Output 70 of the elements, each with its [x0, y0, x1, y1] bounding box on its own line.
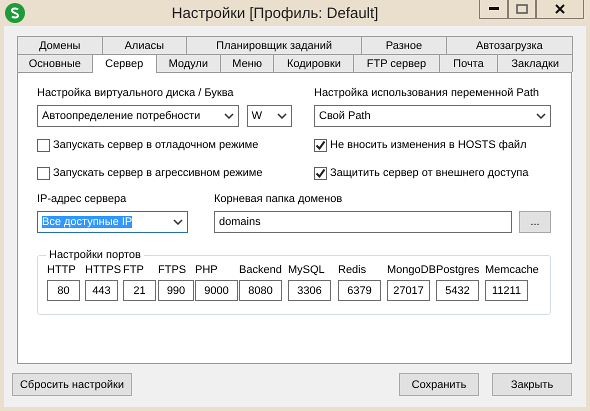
maximize-button[interactable] — [508, 0, 536, 19]
field-label: Корневая папка доменов — [214, 193, 344, 207]
dropdown[interactable]: W — [246, 105, 292, 127]
port-input[interactable]: 5432 — [436, 280, 479, 301]
group-title: Настройки портов — [48, 249, 142, 261]
dropdown[interactable]: Свой Path — [314, 105, 551, 127]
tab[interactable]: Закладки — [497, 54, 573, 72]
port-label: MongoDB — [387, 263, 436, 277]
port-input[interactable]: 9000 — [195, 280, 238, 301]
tab[interactable]: Почта — [438, 54, 498, 72]
port-label: Backend — [239, 263, 282, 277]
port-input[interactable]: 80 — [47, 280, 80, 301]
port-label: FTPS — [158, 263, 186, 277]
tab[interactable]: Кодировки — [273, 54, 354, 72]
field-label: Настройка виртуального диска / Буква — [37, 87, 235, 101]
caret-icon — [173, 219, 183, 225]
checkbox-label: Запускать сервер в агрессивном режиме — [53, 167, 262, 179]
port-input[interactable]: 6379 — [338, 280, 381, 301]
tab[interactable]: Планировщик заданий — [186, 36, 362, 54]
port-label: HTTP — [47, 263, 76, 277]
tab[interactable]: Домены — [17, 36, 103, 54]
port-input[interactable]: 443 — [85, 280, 118, 301]
port-label: PHP — [195, 263, 218, 277]
folder-input[interactable]: domains — [214, 211, 512, 233]
checkmark-icon — [315, 140, 326, 150]
port-input[interactable]: 8080 — [239, 280, 282, 301]
checkbox[interactable] — [37, 166, 50, 180]
port-input[interactable]: 3306 — [288, 280, 331, 301]
checkbox-label: Не вносить изменения в HOSTS файл — [330, 139, 526, 151]
app-logo-icon — [5, 3, 25, 23]
port-label: MySQL — [288, 263, 325, 277]
port-label: Postgres — [436, 263, 480, 277]
port-label: Redis — [338, 263, 366, 277]
port-input[interactable]: 21 — [123, 280, 156, 301]
port-label: HTTPS — [85, 263, 122, 277]
field-label: Настройка использования переменной Path — [314, 87, 540, 101]
minimize-button[interactable] — [479, 0, 508, 19]
dropdown[interactable]: Автоопределение потребности — [37, 105, 239, 127]
minimize-icon — [488, 7, 498, 11]
tab[interactable]: Меню — [220, 54, 274, 72]
tab[interactable]: Разное — [361, 36, 447, 54]
tab[interactable]: Основные — [17, 54, 93, 72]
tab[interactable]: Модули — [156, 54, 221, 72]
port-label: FTP — [123, 263, 144, 277]
caret-icon — [224, 113, 234, 119]
tab[interactable]: Сервер — [92, 54, 157, 73]
close-button[interactable]: Закрыть — [492, 373, 572, 396]
field-label: IP-адрес сервера — [37, 193, 128, 207]
checkbox-label: Запускать сервер в отладочном режиме — [53, 139, 258, 151]
port-input[interactable]: 990 — [158, 280, 194, 301]
checkmark-icon — [315, 168, 326, 178]
checkbox-label: Защитить сервер от внешнего доступа — [330, 167, 528, 179]
port-input[interactable]: 11211 — [485, 280, 528, 301]
caret-icon — [536, 113, 546, 119]
port-input[interactable]: 27017 — [387, 280, 430, 301]
caret-icon — [277, 113, 287, 119]
window-title: Настройки [Профиль: Default] — [170, 4, 380, 22]
tab[interactable]: Автозагрузка — [446, 36, 573, 54]
checkbox[interactable] — [314, 138, 327, 152]
browse-button[interactable]: ... — [519, 211, 551, 233]
checkbox[interactable] — [314, 166, 327, 180]
port-label: Memcache — [485, 263, 539, 277]
reset-button[interactable]: Сбросить настройки — [12, 373, 132, 396]
close-button[interactable] — [536, 0, 584, 19]
checkbox[interactable] — [37, 138, 50, 152]
tab[interactable]: Алиасы — [102, 36, 188, 54]
close-icon — [555, 4, 565, 14]
tab[interactable]: FTP сервер — [353, 54, 440, 72]
maximize-icon — [516, 4, 528, 14]
save-button[interactable]: Сохранить — [399, 373, 479, 396]
